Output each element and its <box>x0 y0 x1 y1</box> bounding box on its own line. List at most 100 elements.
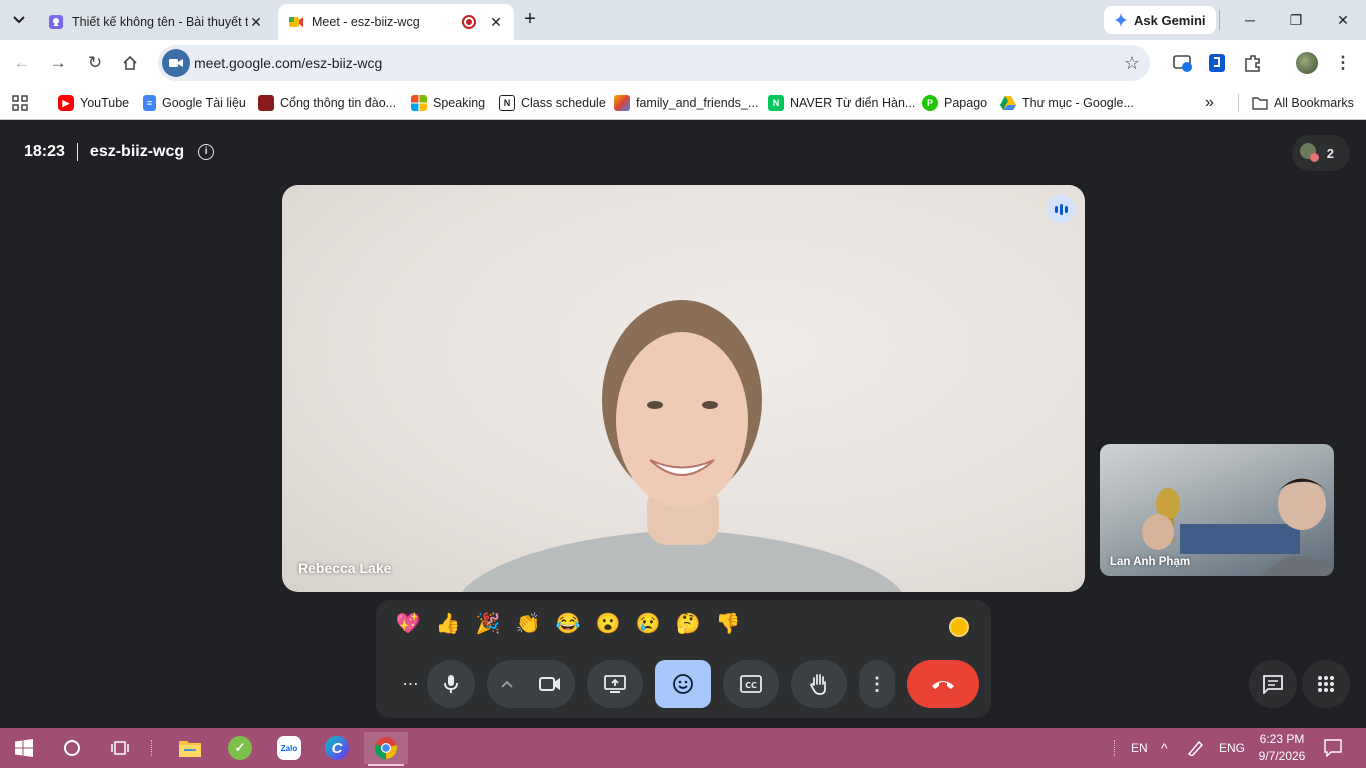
forward-button[interactable]: → <box>46 51 70 75</box>
apps-grid-icon[interactable] <box>12 95 28 111</box>
canva-app-button[interactable]: C <box>315 732 359 764</box>
captions-button[interactable]: CC <box>723 660 779 708</box>
more-options-button[interactable]: ⋮ <box>859 660 895 708</box>
cast-extension-icon[interactable] <box>1172 52 1194 74</box>
google-meet-icon <box>289 17 303 27</box>
app-button[interactable]: ✓ <box>218 732 262 764</box>
bookmark-speaking[interactable]: Speaking <box>411 92 485 114</box>
chrome-menu-button[interactable]: ⋮ <box>1331 51 1355 75</box>
activities-button[interactable] <box>1302 660 1350 708</box>
extension-icon[interactable] <box>1206 52 1228 74</box>
divider <box>151 740 153 756</box>
tab-meet[interactable]: Meet - esz-biiz-wcg ✕ <box>278 4 514 40</box>
file-explorer-button[interactable] <box>168 732 212 764</box>
address-bar[interactable]: meet.google.com/esz-biiz-wcg ☆ <box>158 45 1150 81</box>
bookmark-star-icon[interactable]: ☆ <box>1124 45 1140 81</box>
bookmark-google-docs[interactable]: ≡ Google Tài liệu <box>143 92 246 114</box>
divider <box>1219 10 1220 30</box>
windows-taskbar: ✓ Zalo C EN ^ ENG 6:23 PM 9/7/2026 <box>0 728 1366 768</box>
tab-title: Meet - esz-biiz-wcg <box>312 15 420 29</box>
system-clock[interactable]: 6:23 PM 9/7/2026 <box>1252 731 1312 765</box>
google-drive-icon <box>1000 96 1016 110</box>
chrome-button[interactable] <box>364 732 408 766</box>
new-tab-button[interactable]: + <box>518 8 542 32</box>
all-bookmarks-label: All Bookmarks <box>1274 96 1354 110</box>
participant-name: Lan Anh Phạm <box>1110 556 1191 568</box>
meeting-info-icon[interactable]: i <box>198 144 215 160</box>
browser-toolbar: ← → ↻ meet.google.com/esz-biiz-wcg ☆ ⋮ <box>0 40 1366 86</box>
sparkling-heart-reaction[interactable]: 💖 <box>388 608 428 640</box>
pen-icon[interactable] <box>1187 740 1205 756</box>
home-button[interactable] <box>118 51 142 75</box>
thumbs-down-reaction[interactable]: 👎 <box>708 608 748 640</box>
profile-avatar[interactable] <box>1296 52 1318 74</box>
zalo-button[interactable]: Zalo <box>267 732 311 764</box>
back-button[interactable]: ← <box>10 51 34 75</box>
chevron-up-icon[interactable]: ^ <box>1161 728 1168 768</box>
search-button[interactable] <box>50 732 94 764</box>
language-indicator[interactable]: EN <box>1131 728 1148 768</box>
all-bookmarks-button[interactable]: All Bookmarks <box>1252 92 1354 114</box>
party-popper-reaction[interactable]: 🎉 <box>468 608 508 640</box>
home-icon <box>123 55 137 70</box>
chevron-up-icon[interactable] <box>501 680 513 688</box>
reload-button[interactable]: ↻ <box>83 51 107 75</box>
leave-call-button[interactable] <box>907 660 979 708</box>
main-video-tile[interactable]: Rebecca Lake <box>282 185 1085 592</box>
clock-time: 6:23 PM <box>1259 732 1305 746</box>
bookmark-naver[interactable]: N NAVER Từ điển Hàn... <box>768 92 915 114</box>
bookmark-family-friends[interactable]: family_and_friends_... <box>614 92 758 114</box>
self-video-tile[interactable]: Lan Anh Phạm <box>1100 444 1334 576</box>
ask-gemini-button[interactable]: Ask Gemini <box>1104 6 1216 34</box>
bookmark-class-schedule[interactable]: N Class schedule <box>499 92 606 114</box>
start-button[interactable] <box>2 732 46 764</box>
minimize-button[interactable]: ─ <box>1238 8 1262 32</box>
crying-reaction[interactable]: 😢 <box>628 608 668 640</box>
canva-icon: C <box>325 736 349 760</box>
tab-search-button[interactable] <box>6 7 32 33</box>
raise-hand-icon <box>810 674 826 695</box>
present-screen-button[interactable] <box>587 660 643 708</box>
restore-button[interactable]: ❐ <box>1284 8 1308 32</box>
bookmark-label: Cổng thông tin đào... <box>280 96 397 110</box>
close-window-button[interactable]: ✕ <box>1331 8 1355 32</box>
tab-title: Thiết kế không tên - Bài thuyết trình <box>72 15 248 29</box>
task-view-button[interactable] <box>98 732 142 764</box>
microphone-button[interactable] <box>427 660 475 708</box>
participants-button[interactable]: 2 <box>1292 135 1350 171</box>
notion-icon: N <box>499 95 515 111</box>
vertical-dots-icon: ⋮ <box>868 673 886 694</box>
participant-video <box>462 300 902 592</box>
notifications-icon[interactable] <box>1324 739 1342 757</box>
camera-control[interactable] <box>487 660 575 708</box>
skin-tone-selector[interactable] <box>949 617 969 637</box>
more-bookmarks-button[interactable]: » <box>1205 92 1214 114</box>
search-circle-icon <box>64 740 80 756</box>
folder-icon <box>179 741 201 757</box>
puzzle-extensions-icon[interactable] <box>1242 52 1264 74</box>
surprised-reaction[interactable]: 😮 <box>588 608 628 640</box>
meet-call-area: 18:23 esz-biiz-wcg i 2 Rebecca Lake Lan … <box>0 121 1366 728</box>
microphone-icon <box>444 675 458 693</box>
reactions-button[interactable] <box>655 660 711 708</box>
clapping-reaction[interactable]: 👏 <box>508 608 548 640</box>
close-tab-icon[interactable]: ✕ <box>248 14 264 30</box>
bookmark-youtube[interactable]: ▶ YouTube <box>58 92 129 114</box>
bookmark-papago[interactable]: P Papago <box>922 92 987 114</box>
site-info-button[interactable] <box>162 49 190 77</box>
tab-canva[interactable]: Thiết kế không tên - Bài thuyết trình ✕ <box>38 4 274 40</box>
thinking-reaction[interactable]: 🤔 <box>668 608 708 640</box>
tears-of-joy-reaction[interactable]: 😂 <box>548 608 588 640</box>
thumbs-up-reaction[interactable]: 👍 <box>428 608 468 640</box>
close-tab-icon[interactable]: ✕ <box>488 14 504 30</box>
chat-icon <box>1263 675 1283 694</box>
bookmark-portal[interactable]: Cổng thông tin đào... <box>258 92 396 114</box>
bookmark-label: Papago <box>944 96 988 110</box>
recording-indicator-icon <box>462 15 476 29</box>
raise-hand-button[interactable] <box>791 660 847 708</box>
divider <box>76 143 78 161</box>
chat-button[interactable] <box>1249 660 1297 708</box>
divider <box>1238 94 1239 112</box>
bookmark-google-drive[interactable]: Thư mục - Google... <box>1000 92 1134 114</box>
input-method-indicator[interactable]: ENG <box>1219 728 1245 768</box>
